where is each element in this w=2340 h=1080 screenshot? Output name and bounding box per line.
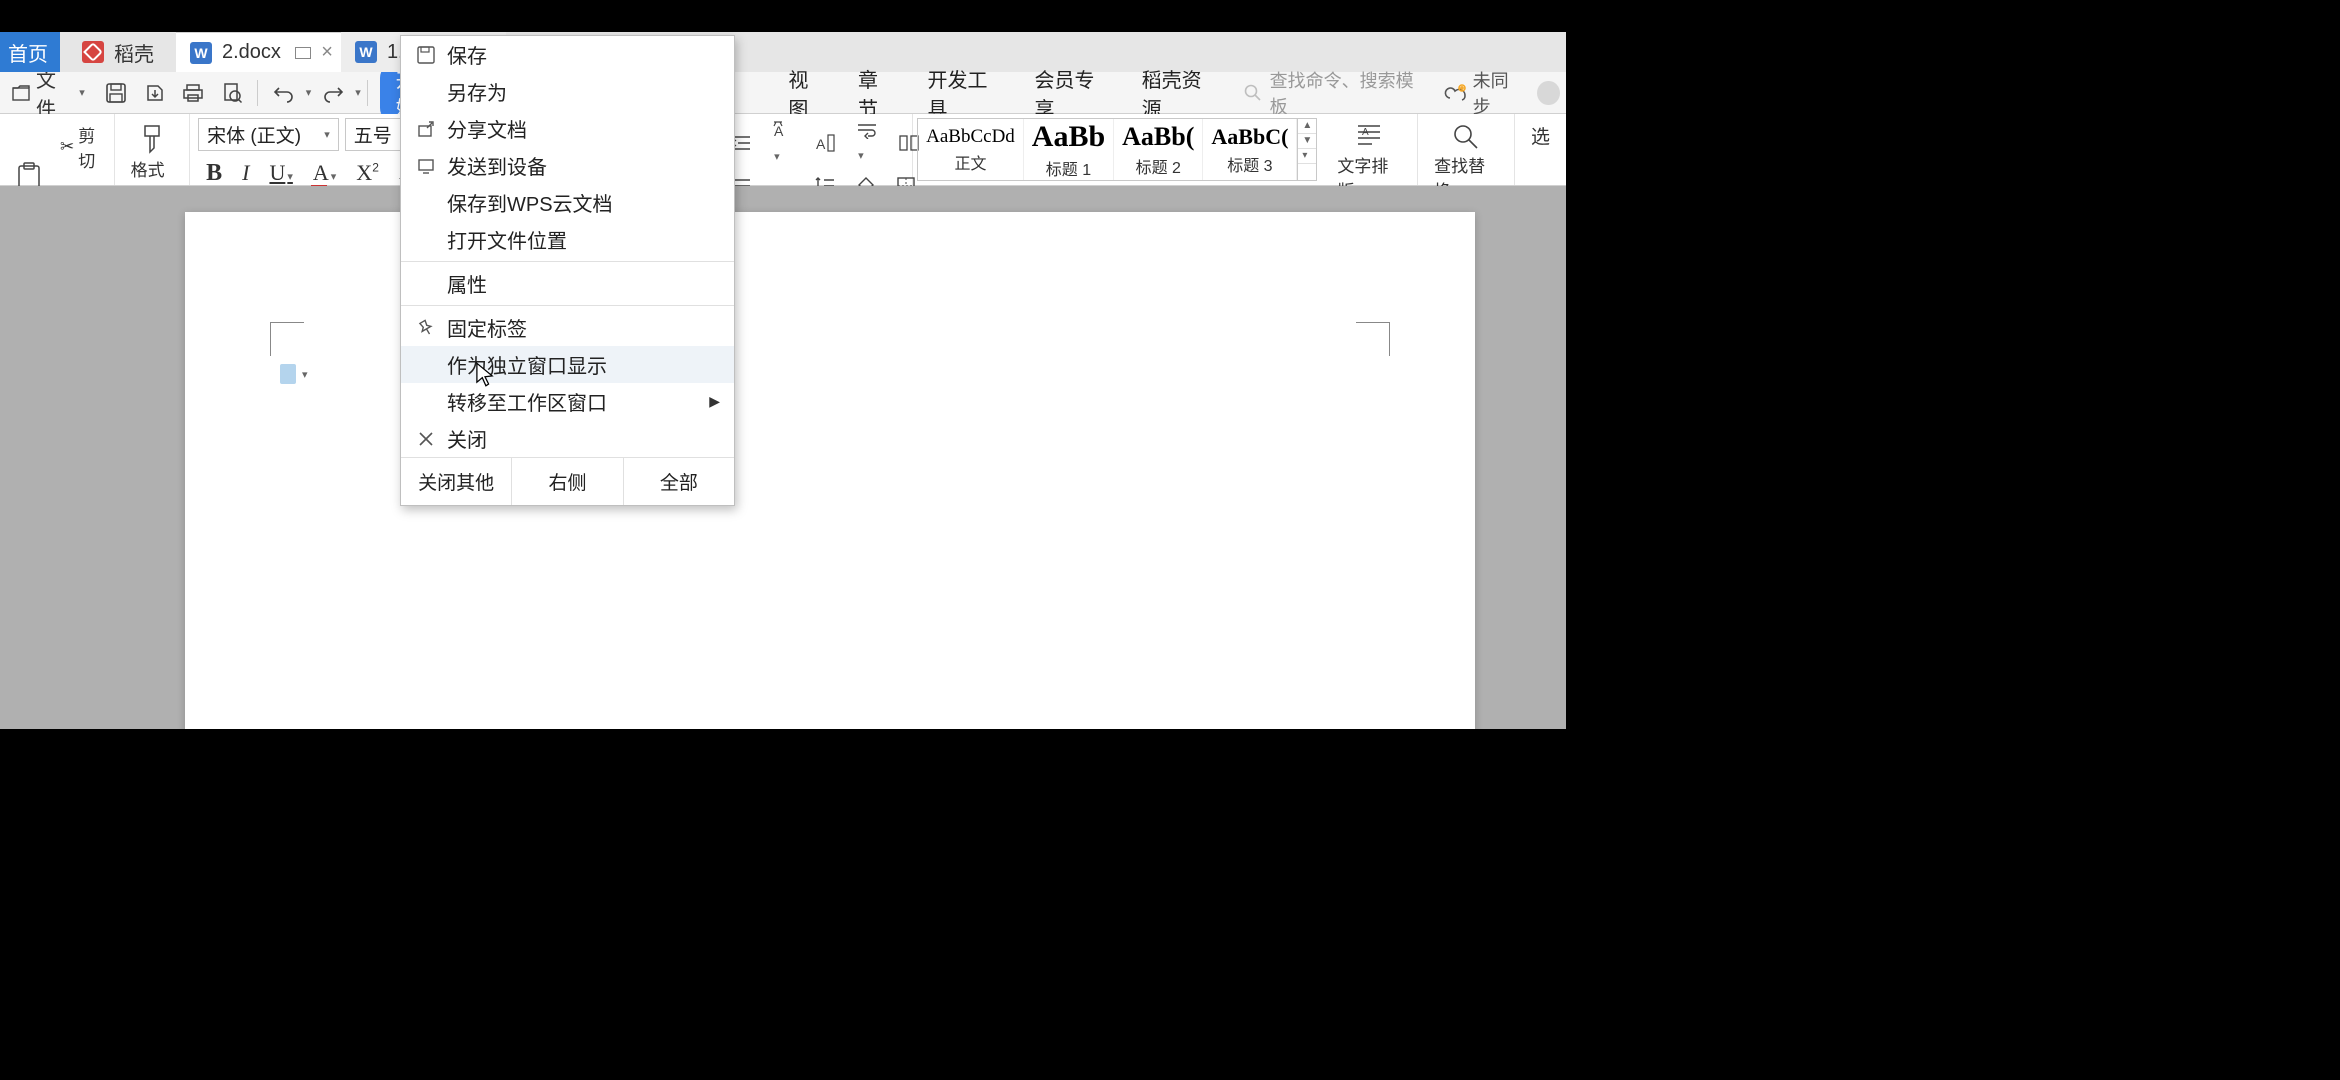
- ribbon-tab-view[interactable]: 视图: [788, 64, 826, 122]
- tab-docer[interactable]: 稻壳: [60, 32, 176, 72]
- mouse-cursor-icon: [476, 361, 494, 389]
- style-body[interactable]: AaBbCcDd 正文: [918, 119, 1024, 180]
- menu-independent-window[interactable]: 作为独立窗口显示: [401, 346, 734, 383]
- tab-window-icon[interactable]: [295, 47, 311, 59]
- styles-gallery: AaBbCcDd 正文 AaBb 标题 1 AaBb( 标题 2 AaBbC( …: [917, 118, 1317, 181]
- styles-gallery-scroll[interactable]: ▲ ▼ ▾: [1297, 119, 1316, 180]
- font-name-select[interactable]: 宋体 (正文)▾: [198, 118, 339, 151]
- chevron-down-icon[interactable]: ▾: [306, 86, 312, 99]
- separator: [401, 305, 734, 306]
- margin-corner-icon: [1356, 322, 1390, 356]
- chevron-down-icon: ▾: [79, 86, 85, 99]
- menu-open-location[interactable]: 打开文件位置: [401, 221, 734, 258]
- bold-button[interactable]: B: [198, 158, 230, 189]
- chevron-down-icon[interactable]: ▼: [1298, 134, 1316, 149]
- menu-close-others[interactable]: 关闭其他: [401, 458, 511, 505]
- menu-pin-tab[interactable]: 固定标签: [401, 309, 734, 346]
- menu-properties[interactable]: 属性: [401, 265, 734, 302]
- chevron-down-icon: ▾: [302, 368, 308, 381]
- share-icon: [415, 120, 437, 138]
- file-menu-label: 文件: [36, 64, 71, 122]
- menu-close[interactable]: 关闭: [401, 420, 734, 457]
- separator: [367, 80, 368, 106]
- menu-share[interactable]: 分享文档: [401, 110, 734, 147]
- tab-file-active[interactable]: W 2.docx ×: [176, 32, 341, 72]
- undo-icon[interactable]: [272, 81, 296, 105]
- menu-save[interactable]: 保存: [401, 36, 734, 73]
- wrap-button[interactable]: ▾: [848, 119, 886, 167]
- word-doc-icon: W: [355, 41, 377, 63]
- device-icon: [415, 157, 437, 175]
- italic-button[interactable]: I: [234, 158, 257, 188]
- close-icon[interactable]: ×: [321, 41, 333, 64]
- print-icon[interactable]: [182, 81, 205, 105]
- ribbon-tab-dev[interactable]: 开发工具: [927, 64, 1002, 122]
- tab-home[interactable]: 首页: [0, 32, 60, 72]
- search-icon: [1244, 84, 1262, 102]
- menu-save-cloud[interactable]: 保存到WPS云文档: [401, 184, 734, 221]
- cloud-icon: [1443, 83, 1467, 103]
- svg-text:A: A: [774, 123, 784, 139]
- print-preview-icon[interactable]: [220, 81, 243, 105]
- menu-save-as[interactable]: 另存为: [401, 73, 734, 110]
- menu-close-right[interactable]: 右侧: [511, 458, 622, 505]
- cut-button[interactable]: ✂ 剪切: [54, 118, 106, 176]
- docer-icon: [82, 41, 104, 63]
- file-menu[interactable]: 文件 ▾: [12, 64, 85, 122]
- ribbon-tab-vip[interactable]: 会员专享: [1035, 64, 1110, 122]
- menu-move-workspace[interactable]: 转移至工作区窗口 ▶: [401, 383, 734, 420]
- separator: [401, 261, 734, 262]
- menu-close-all[interactable]: 全部: [623, 458, 734, 505]
- tab-docer-label: 稻壳: [114, 38, 154, 67]
- phonetic-guide-button[interactable]: A▾: [764, 118, 802, 168]
- save-icon[interactable]: [105, 81, 128, 105]
- style-heading1[interactable]: AaBb 标题 1: [1024, 119, 1114, 180]
- text-direction-button[interactable]: A: [806, 131, 844, 155]
- margin-corner-icon: [270, 322, 304, 356]
- style-heading2[interactable]: AaBb( 标题 2: [1114, 119, 1203, 180]
- svg-text:A: A: [1362, 127, 1369, 138]
- separator: [257, 80, 258, 106]
- search-placeholder: 查找命令、搜索模板: [1270, 67, 1422, 119]
- chevron-down-icon[interactable]: ▾: [355, 86, 361, 99]
- ribbon-tab-chapter[interactable]: 章节: [858, 64, 896, 122]
- menu-close-others-row: 关闭其他 右侧 全部: [401, 457, 734, 505]
- svg-text:A: A: [816, 136, 826, 152]
- scissors-icon: ✂: [60, 137, 74, 157]
- pin-icon: [415, 319, 437, 337]
- chevron-up-icon[interactable]: ▲: [1298, 119, 1316, 134]
- export-icon[interactable]: [143, 81, 166, 105]
- menu-send-device[interactable]: 发送到设备: [401, 147, 734, 184]
- ribbon-tab-docer-res[interactable]: 稻壳资源: [1142, 64, 1217, 122]
- document-page[interactable]: ▾: [185, 212, 1475, 729]
- sync-status[interactable]: 未同步: [1443, 67, 1522, 119]
- close-icon: [415, 431, 437, 447]
- font-color-button[interactable]: A▾: [305, 158, 344, 188]
- submenu-arrow-icon: ▶: [709, 393, 720, 410]
- tab-home-label: 首页: [8, 38, 48, 67]
- superscript-button[interactable]: X2: [348, 158, 387, 188]
- style-heading3[interactable]: AaBbC( 标题 3: [1203, 119, 1297, 180]
- redo-icon[interactable]: [321, 81, 345, 105]
- tab-context-menu: 保存 另存为 分享文档 发送到设备 保存到WPS云文档 打开文件位置 属性 固定…: [400, 35, 735, 506]
- document-area: ▾: [0, 186, 1566, 729]
- tab-file-label: 2.docx: [222, 41, 281, 64]
- gallery-more-icon[interactable]: ▾: [1298, 149, 1316, 164]
- quick-access-bar: 文件 ▾ ▾ ▾ 开始 视图 章节 开发工具: [0, 72, 1566, 114]
- underline-button[interactable]: U▾: [261, 158, 300, 188]
- select-button[interactable]: 选: [1523, 118, 1558, 153]
- sync-label: 未同步: [1473, 67, 1522, 119]
- save-icon: [415, 46, 437, 64]
- ribbon: ✂ 剪切 复制 格式刷 宋体 (正文)▾: [0, 114, 1566, 186]
- paragraph-marker[interactable]: ▾: [280, 364, 308, 384]
- word-doc-icon: W: [190, 42, 212, 64]
- page-icon: [280, 364, 296, 384]
- avatar[interactable]: [1537, 81, 1560, 105]
- folder-icon: [12, 84, 30, 102]
